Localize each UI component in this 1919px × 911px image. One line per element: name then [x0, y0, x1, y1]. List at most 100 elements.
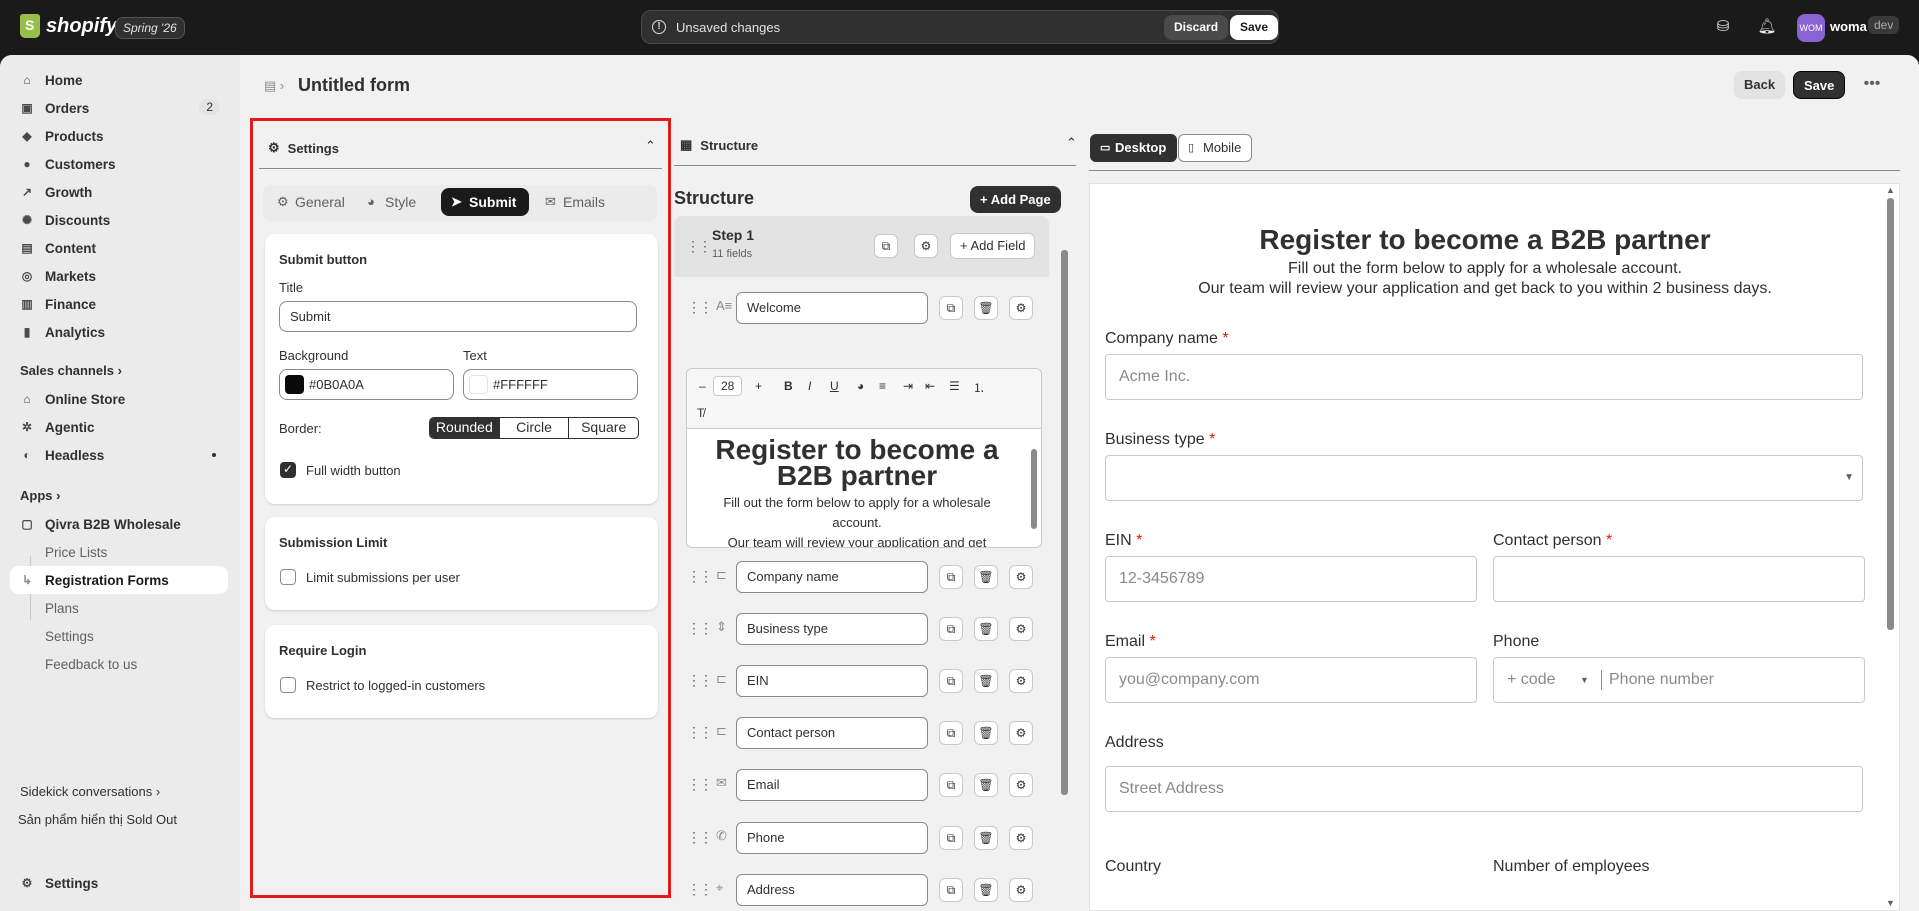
field-name[interactable]: Email [736, 769, 928, 801]
list-item[interactable]: ⋮⋮ ⊏ EIN ⧉ 🗑︎ ⚙ [674, 661, 1049, 701]
bell-icon[interactable]: 🔔︎ [1757, 17, 1777, 37]
italic-icon[interactable]: I [808, 379, 811, 393]
phone-input[interactable]: + code ▼ Phone number [1493, 657, 1865, 703]
tab-desktop[interactable]: ▭ Desktop [1090, 134, 1178, 162]
list-item[interactable]: ⋮⋮ ⇕ Business type ⧉ 🗑︎ ⚙ [674, 609, 1049, 649]
list-item[interactable]: ⋮⋮ ⊏ Contact person ⧉ 🗑︎ ⚙ [674, 713, 1049, 753]
sidebar-item-registration-forms[interactable]: ↳ Registration Forms [10, 566, 228, 594]
rich-text-editor[interactable]: – 28 + B I U ◕ ≡ ⇥ ⇤ ☰ ⒈ T̸ Register to … [686, 368, 1042, 548]
drag-handle-icon[interactable]: ⋮⋮ [687, 299, 713, 316]
trash-icon[interactable]: 🗑︎ [974, 296, 998, 320]
list-item[interactable]: ⋮⋮ ⌖ Address ⧉ 🗑︎ ⚙ [674, 870, 1049, 910]
sidebar-item-home[interactable]: ⌂ Home [10, 66, 228, 94]
bold-icon[interactable]: B [784, 379, 793, 393]
edition-badge[interactable]: Spring '26 [115, 17, 185, 39]
chevron-up-icon[interactable]: ⌃ [1066, 135, 1077, 151]
address-input[interactable]: Street Address [1105, 766, 1863, 812]
clear-format-icon[interactable]: T̸ [697, 406, 704, 420]
align-icon[interactable]: ≡ [879, 379, 886, 393]
sidebar-item-online-store[interactable]: ⌂ Online Store [10, 385, 228, 413]
field-settings-icon[interactable]: ⚙ [1009, 773, 1033, 797]
field-name[interactable]: Company name [736, 561, 928, 593]
color-swatch[interactable] [285, 375, 304, 394]
duplicate-icon[interactable]: ⧉ [939, 296, 963, 320]
field-settings-icon[interactable]: ⚙ [1009, 296, 1033, 320]
more-options-icon[interactable]: ••• [1858, 71, 1886, 99]
step-settings-icon[interactable]: ⚙ [914, 234, 938, 258]
field-settings-icon[interactable]: ⚙ [1009, 565, 1033, 589]
list-item[interactable]: ⋮⋮ A≡ Welcome ⧉ 🗑︎ ⚙ [674, 288, 1049, 328]
topbar-save-button[interactable]: Save [1230, 15, 1279, 40]
save-button[interactable]: Save [1793, 71, 1846, 99]
field-settings-icon[interactable]: ⚙ [1009, 826, 1033, 850]
duplicate-icon[interactable]: ⧉ [939, 669, 963, 693]
sidebar-item-customers[interactable]: ● Customers [10, 150, 228, 178]
drag-handle-icon[interactable]: ⋮⋮ [687, 568, 713, 585]
field-name[interactable]: Business type [736, 613, 928, 645]
breadcrumb[interactable]: ▤ › [264, 78, 284, 94]
sales-channels-heading[interactable]: Sales channels › [20, 363, 122, 378]
duplicate-icon[interactable]: ⧉ [939, 773, 963, 797]
settings-panel-header[interactable]: ⚙ Settings [268, 133, 339, 163]
country-code-select[interactable]: + code [1507, 671, 1555, 688]
trash-icon[interactable]: 🗑︎ [974, 617, 998, 641]
email-input[interactable]: you@company.com [1105, 657, 1477, 703]
trash-icon[interactable]: 🗑︎ [974, 826, 998, 850]
sidebar-item-settings[interactable]: ⚙ Settings [10, 869, 228, 897]
trash-icon[interactable]: 🗑︎ [974, 773, 998, 797]
sidebar-item-orders[interactable]: ▣ Orders 2 [10, 94, 228, 122]
trash-icon[interactable]: 🗑︎ [974, 878, 998, 902]
trash-icon[interactable]: 🗑︎ [974, 669, 998, 693]
field-settings-icon[interactable]: ⚙ [1009, 669, 1033, 693]
duplicate-step-icon[interactable]: ⧉ [874, 234, 898, 258]
ein-input[interactable]: 12-3456789 [1105, 556, 1477, 602]
bullet-list-icon[interactable]: ☰ [949, 379, 960, 393]
tab-emails[interactable]: ✉ Emails [535, 188, 615, 216]
sidebar-item-analytics[interactable]: ▮ Analytics [10, 318, 228, 346]
sidebar-item-headless[interactable]: ◐ Headless [10, 441, 228, 469]
field-settings-icon[interactable]: ⚙ [1009, 721, 1033, 745]
add-field-button[interactable]: + Add Field [950, 233, 1036, 259]
field-name[interactable]: Contact person [736, 717, 928, 749]
sidebar-item-discounts[interactable]: ✺ Discounts [10, 206, 228, 234]
scroll-down-icon[interactable]: ▼ [1886, 898, 1895, 908]
tab-submit[interactable]: ➤ Submit [441, 188, 529, 216]
outdent-icon[interactable]: ⇤ [925, 379, 935, 393]
duplicate-icon[interactable]: ⧉ [939, 878, 963, 902]
step-header[interactable]: ⋮⋮ Step 1 11 fields ⧉ ⚙ + Add Field [674, 216, 1049, 277]
drag-handle-icon[interactable]: ⋮⋮ [687, 881, 713, 898]
sidebar-item-agentic[interactable]: ✲ Agentic [10, 413, 228, 441]
full-width-checkbox[interactable]: ✓ [280, 462, 296, 478]
list-item[interactable]: ⋮⋮ ✆ Phone ⧉ 🗑︎ ⚙ [674, 818, 1049, 858]
trash-icon[interactable]: 🗑︎ [974, 565, 998, 589]
add-page-button[interactable]: + Add Page [970, 186, 1061, 213]
sidebar-item-finance[interactable]: ▥ Finance [10, 290, 228, 318]
limit-submissions-checkbox[interactable] [280, 569, 296, 585]
drag-handle-icon[interactable]: ⋮⋮ [687, 672, 713, 689]
decrease-size-icon[interactable]: – [699, 379, 706, 393]
border-option-rounded[interactable]: Rounded [430, 418, 500, 438]
drag-handle-icon[interactable]: ⋮⋮ [687, 776, 713, 793]
sidebar-item-markets[interactable]: ◎ Markets [10, 262, 228, 290]
duplicate-icon[interactable]: ⧉ [939, 565, 963, 589]
editor-content[interactable]: Register to become a B2B partner Fill ou… [687, 431, 1027, 548]
editor-scrollbar[interactable] [1031, 449, 1037, 529]
duplicate-icon[interactable]: ⧉ [939, 826, 963, 850]
sidekick-conversation-item[interactable]: Sản phẩm hiển thị Sold Out [18, 812, 177, 827]
list-item[interactable]: ⋮⋮ ⊏ Company name ⧉ 🗑︎ ⚙ [674, 557, 1049, 597]
field-name[interactable]: Phone [736, 822, 928, 854]
scroll-up-icon[interactable]: ▲ [1886, 185, 1895, 195]
avatar[interactable]: WOM [1797, 14, 1825, 42]
tab-general[interactable]: ⚙ General [267, 188, 351, 216]
title-input[interactable]: Submit [279, 301, 637, 332]
duplicate-icon[interactable]: ⧉ [939, 617, 963, 641]
preview-scrollbar[interactable] [1887, 198, 1894, 630]
font-size-input[interactable]: 28 [713, 376, 743, 396]
field-name[interactable]: EIN [736, 665, 928, 697]
color-icon[interactable]: ◕ [857, 379, 864, 393]
shopify-logo[interactable]: shopify [20, 14, 117, 38]
field-name[interactable]: Address [736, 874, 928, 906]
back-button[interactable]: Back [1734, 71, 1786, 99]
sidekick-icon[interactable]: ⛁ [1713, 17, 1733, 37]
sidebar-item-plans[interactable]: Plans [10, 594, 228, 622]
